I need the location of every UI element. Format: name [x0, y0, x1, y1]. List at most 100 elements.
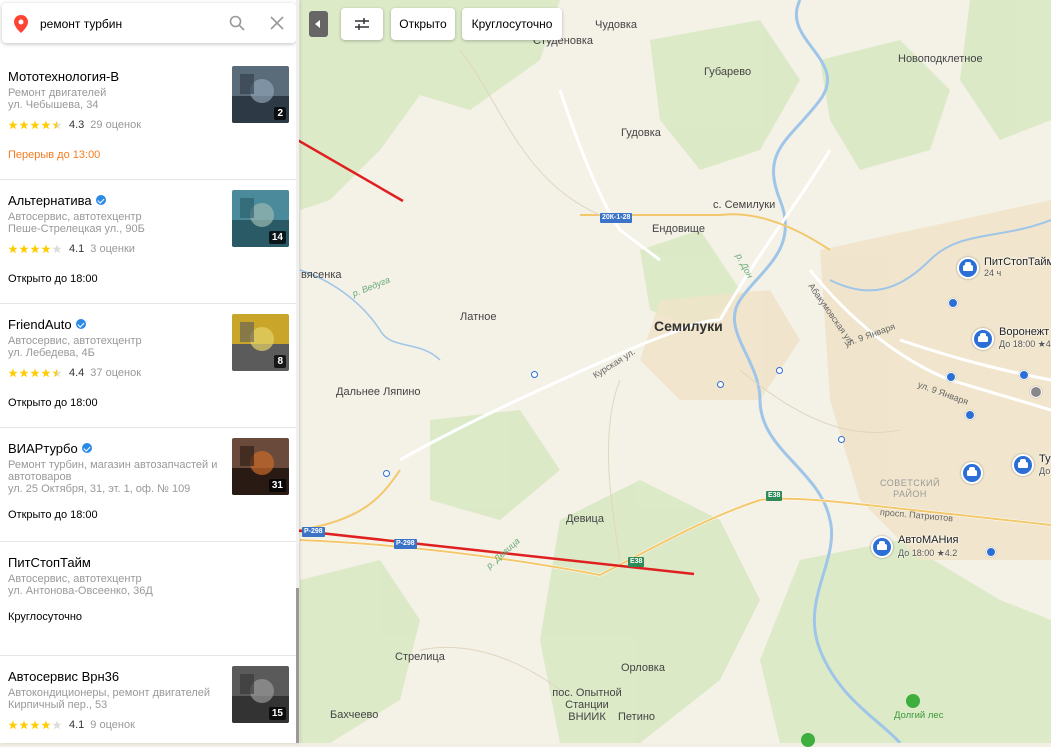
map-label: Дальнее Ляпино: [336, 386, 421, 398]
result-photo[interactable]: 31: [232, 438, 289, 495]
result-card[interactable]: ВИАРтурбо Ремонт турбин, магазин автозапч…: [0, 428, 296, 542]
poi-dot[interactable]: [946, 372, 956, 382]
star-icon: [41, 120, 51, 130]
map-label: Орловка: [621, 662, 665, 674]
poi-name[interactable]: АвтоМАНия: [898, 534, 959, 546]
rating-count[interactable]: 29 оценок: [90, 119, 141, 131]
scrollbar[interactable]: [296, 0, 299, 743]
poi-dot[interactable]: [948, 298, 958, 308]
result-photo[interactable]: 8: [232, 314, 289, 371]
photo-count: 14: [268, 231, 286, 244]
filters-button[interactable]: [341, 8, 383, 40]
rating-stars: [8, 720, 63, 730]
result-rating: 4.3 29 оценок: [8, 119, 141, 131]
filter-allday-button[interactable]: Круглосуточно: [462, 8, 562, 40]
result-category: Ремонт турбин, магазин автозапчастей и а…: [8, 459, 218, 483]
poi-dot[interactable]: [1030, 386, 1042, 398]
map-label: вясенка: [301, 269, 342, 281]
result-card[interactable]: ПитСтопТайм Автосервис, автотехцентр ул. А…: [0, 542, 296, 656]
rating-stars: [8, 368, 63, 378]
search-box: ремонт турбин: [2, 3, 296, 43]
result-name[interactable]: ПитСтопТайм: [8, 555, 91, 570]
map-label: с. Семилуки: [713, 199, 776, 211]
result-category: Автосервис, автотехцентр: [8, 573, 142, 585]
filter-open-now-button[interactable]: Открыто: [391, 8, 455, 40]
result-category: Ремонт двигателей: [8, 87, 107, 99]
car-service-icon[interactable]: [961, 462, 983, 484]
result-photo[interactable]: 15: [232, 666, 289, 723]
result-address: ул. Антонова-Овсеенко, 36Д: [8, 585, 153, 597]
rating-count[interactable]: 37 оценок: [90, 367, 141, 379]
search-input[interactable]: ремонт турбин: [40, 17, 122, 31]
collapse-panel-button[interactable]: [309, 11, 328, 37]
car-service-icon[interactable]: [957, 257, 979, 279]
search-icon[interactable]: [229, 15, 245, 31]
stop-marker[interactable]: [383, 470, 390, 477]
star-icon: [19, 244, 29, 254]
result-address: ул. 25 Октября, 31, эт. 1, оф. № 109: [8, 483, 191, 495]
road-shield: Р-298: [302, 527, 325, 537]
stop-marker[interactable]: [838, 436, 845, 443]
poi-name[interactable]: ПитСтопТайм: [984, 256, 1051, 268]
rating-count[interactable]: 3 оценки: [90, 243, 135, 255]
stop-marker[interactable]: [531, 371, 538, 378]
poi-dot[interactable]: [986, 547, 996, 557]
poi-name[interactable]: Воронежт: [999, 326, 1049, 338]
star-icon: [30, 120, 40, 130]
result-category: Автосервис, автотехцентр: [8, 211, 142, 223]
map-label: Петино: [618, 711, 656, 723]
rating-value: 4.1: [69, 243, 85, 255]
rating-count[interactable]: 9 оценок: [90, 719, 135, 731]
photo-count: 2: [274, 107, 286, 120]
car-service-icon[interactable]: [972, 328, 994, 350]
result-address: Пеше-Стрелецкая ул., 90Б: [8, 223, 145, 235]
poi-dot[interactable]: [965, 410, 975, 420]
star-icon: [52, 368, 62, 378]
stop-marker[interactable]: [717, 381, 724, 388]
result-category: Автокондиционеры, ремонт двигателей: [8, 687, 211, 699]
stop-marker[interactable]: [776, 367, 783, 374]
result-name[interactable]: Мототехнология-В: [8, 69, 119, 84]
result-card[interactable]: Мототехнология-В Ремонт двигателей ул. Чеб…: [0, 56, 296, 180]
star-icon: [8, 120, 18, 130]
map-label: Чудовка: [595, 19, 638, 31]
star-icon: [30, 368, 40, 378]
map-label: пос. Опытной Станции ВНИИК: [552, 687, 622, 723]
verified-badge-icon: [95, 195, 106, 205]
park-icon[interactable]: [906, 694, 920, 708]
map-label: Гудовка: [621, 127, 661, 139]
result-photo[interactable]: 2: [232, 66, 289, 123]
poi-name[interactable]: Ту: [1039, 453, 1051, 465]
result-name[interactable]: Автосервис Врн36: [8, 669, 119, 684]
map-label: Долгий лес: [894, 710, 944, 721]
result-name[interactable]: Альтернатива: [8, 193, 106, 208]
map-label: Девица: [566, 513, 604, 525]
poi-dot[interactable]: [1019, 370, 1029, 380]
rating-value: 4.4: [69, 367, 85, 379]
result-card[interactable]: Автосервис Врн36 Автокондиционеры, ремонт…: [0, 656, 296, 743]
close-icon[interactable]: [269, 15, 285, 31]
car-service-icon[interactable]: [1012, 454, 1034, 476]
star-icon: [8, 720, 18, 730]
car-service-icon[interactable]: [871, 536, 893, 558]
park-icon[interactable]: [801, 733, 815, 747]
result-hours: Открыто до 18:00: [8, 273, 98, 285]
sliders-icon: [355, 18, 369, 30]
result-name[interactable]: ВИАРтурбо: [8, 441, 92, 456]
star-icon: [41, 244, 51, 254]
star-icon: [30, 244, 40, 254]
verified-badge-icon: [81, 443, 92, 453]
map-label: Бахчеево: [330, 709, 379, 721]
result-card[interactable]: FriendAuto Автосервис, автотехцентр ул. Ле…: [0, 304, 296, 428]
result-photo[interactable]: 14: [232, 190, 289, 247]
result-category: Автосервис, автотехцентр: [8, 335, 142, 347]
rating-stars: [8, 244, 63, 254]
results-list: Мототехнология-В Ремонт двигателей ул. Чеб…: [0, 56, 296, 743]
rating-stars: [8, 120, 63, 130]
result-hours: Круглосуточно: [8, 611, 83, 623]
map-label: Новоподклетное: [898, 53, 983, 65]
map-label: Ендовище: [652, 223, 705, 235]
result-card[interactable]: Альтернатива Автосервис, автотехцентр Пеше…: [0, 180, 296, 304]
result-name[interactable]: FriendAuto: [8, 317, 86, 332]
scrollbar-thumb[interactable]: [296, 588, 299, 743]
